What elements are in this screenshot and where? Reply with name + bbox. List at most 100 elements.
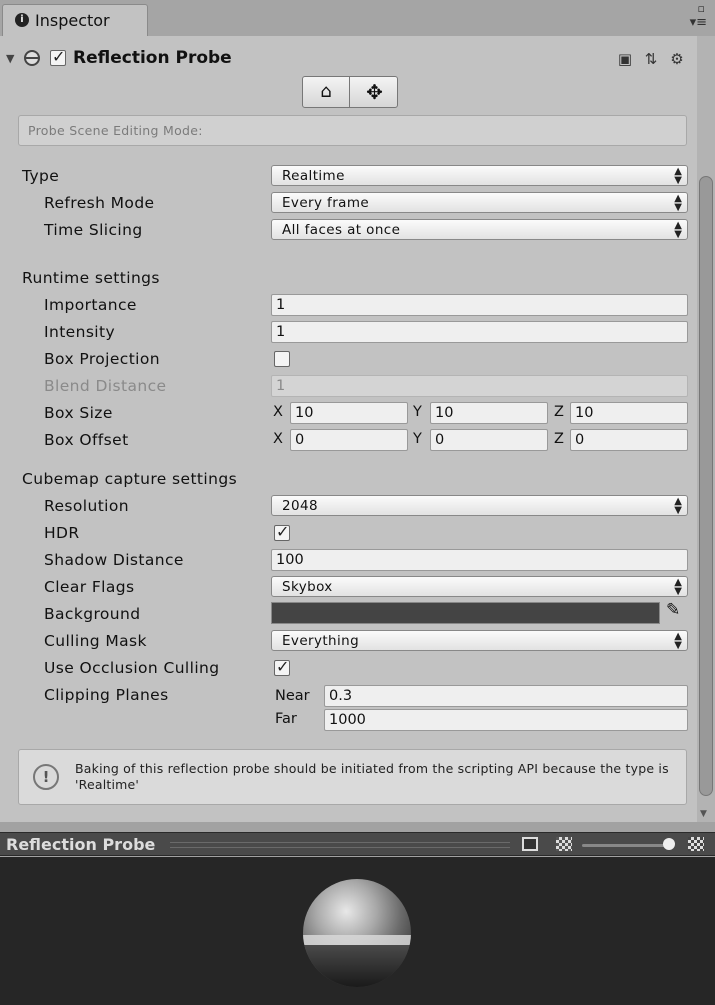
box-size-x-field[interactable]: 10	[290, 402, 408, 424]
time-slicing-label: Time Slicing	[44, 221, 143, 239]
refresh-mode-dropdown[interactable]: Every frame ▲ ▼	[271, 192, 688, 213]
preview-layout-icon[interactable]	[522, 837, 538, 851]
eyedropper-icon[interactable]: ✎	[666, 600, 688, 624]
background-label: Background	[44, 605, 141, 623]
near-plane-value: 0.3	[329, 688, 353, 704]
importance-value: 1	[276, 297, 286, 313]
help-box: ! Baking of this reflection probe should…	[18, 749, 687, 805]
edit-bounds-icon[interactable]: ⌂	[303, 77, 350, 107]
intensity-value: 1	[276, 324, 286, 340]
shadow-distance-label: Shadow Distance	[44, 551, 184, 569]
help-book-icon[interactable]: ▣	[616, 50, 634, 68]
vertical-scrollbar[interactable]: ▼	[697, 36, 715, 822]
sphere-horizon	[303, 935, 411, 945]
preview-title: Reflection Probe	[6, 835, 156, 854]
near-label: Near	[275, 688, 310, 704]
preview-area[interactable]	[0, 857, 715, 1005]
gear-icon[interactable]: ⚙	[668, 50, 686, 68]
info-icon: i	[15, 13, 29, 27]
dropdown-arrow-icon: ▲ ▼	[674, 631, 682, 651]
blend-distance-field: 1	[271, 375, 688, 397]
far-plane-value: 1000	[329, 712, 366, 728]
tab-inspector[interactable]: i Inspector	[2, 4, 148, 36]
box-offset-x-value: 0	[295, 432, 305, 448]
exposure-slider-thumb[interactable]	[663, 838, 675, 850]
maximize-icon[interactable]: ▫	[698, 2, 705, 15]
time-slicing-dropdown[interactable]: All faces at once ▲ ▼	[271, 219, 688, 240]
move-icon[interactable]: ✥	[351, 77, 398, 107]
clipping-planes-label: Clipping Planes	[44, 686, 169, 704]
cubemap-settings-header: Cubemap capture settings	[22, 470, 238, 488]
type-dropdown[interactable]: Realtime ▲ ▼	[271, 165, 688, 186]
background-color-field[interactable]	[271, 602, 660, 624]
alpha-checker-icon[interactable]	[556, 837, 572, 851]
hdr-checkbox[interactable]: ✓	[274, 522, 290, 541]
resolution-label: Resolution	[44, 497, 129, 515]
clear-flags-dropdown[interactable]: Skybox ▲ ▼	[271, 576, 688, 597]
tab-bar: i Inspector ▫ ▾≡	[0, 0, 715, 36]
box-size-y-field[interactable]: 10	[430, 402, 548, 424]
box-offset-y-value: 0	[435, 432, 445, 448]
preview-toolbar: Reflection Probe	[0, 832, 715, 856]
preset-icon[interactable]: ⇅	[642, 50, 660, 68]
component-enabled-checkbox[interactable]: ✓	[50, 47, 66, 66]
scrollbar-thumb[interactable]	[699, 176, 713, 796]
box-offset-y-label: Y	[413, 431, 422, 447]
culling-mask-dropdown[interactable]: Everything ▲ ▼	[271, 630, 688, 651]
clear-flags-value: Skybox	[282, 579, 333, 595]
box-offset-z-value: 0	[575, 432, 585, 448]
scroll-down-arrow-icon[interactable]: ▼	[700, 809, 707, 819]
hdr-label: HDR	[44, 524, 80, 542]
box-offset-x-field[interactable]: 0	[290, 429, 408, 451]
blend-distance-label: Blend Distance	[44, 377, 167, 395]
near-plane-field[interactable]: 0.3	[324, 685, 688, 707]
component-title: Reflection Probe	[73, 48, 232, 68]
checkmark-icon: ✓	[52, 47, 66, 66]
shadow-distance-value: 100	[276, 552, 304, 568]
runtime-settings-header: Runtime settings	[22, 269, 160, 287]
tab-inspector-label: Inspector	[35, 11, 110, 30]
box-size-x-label: X	[273, 404, 283, 420]
clear-flags-label: Clear Flags	[44, 578, 135, 596]
resolution-dropdown[interactable]: 2048 ▲ ▼	[271, 495, 688, 516]
intensity-field[interactable]: 1	[271, 321, 688, 343]
shadow-distance-field[interactable]: 100	[271, 549, 688, 571]
dropdown-arrow-icon: ▲ ▼	[674, 193, 682, 213]
dropdown-arrow-icon: ▲ ▼	[674, 577, 682, 597]
importance-field[interactable]: 1	[271, 294, 688, 316]
reflection-sphere-preview[interactable]	[303, 879, 411, 987]
info-icon: !	[33, 764, 59, 790]
type-value: Realtime	[282, 168, 345, 184]
resize-grip[interactable]	[170, 842, 510, 848]
box-size-y-label: Y	[413, 404, 422, 420]
lock-menu-icon[interactable]: ▾≡	[690, 15, 707, 30]
inspector-content: ▼ ✓ Reflection Probe ▣ ⇅ ⚙ ⌂ ✥ Probe Sce…	[0, 36, 697, 822]
box-offset-y-field[interactable]: 0	[430, 429, 548, 451]
culling-mask-label: Culling Mask	[44, 632, 147, 650]
resolution-value: 2048	[282, 498, 318, 514]
box-size-label: Box Size	[44, 404, 113, 422]
far-plane-field[interactable]: 1000	[324, 709, 688, 731]
intensity-label: Intensity	[44, 323, 116, 341]
occlusion-culling-label: Use Occlusion Culling	[44, 659, 220, 677]
refresh-mode-value: Every frame	[282, 195, 370, 211]
reflection-probe-icon	[24, 50, 40, 66]
box-offset-x-label: X	[273, 431, 283, 447]
importance-label: Importance	[44, 296, 137, 314]
box-offset-label: Box Offset	[44, 431, 129, 449]
exposure-slider[interactable]	[582, 844, 674, 847]
component-header[interactable]: ▼ ✓ Reflection Probe ▣ ⇅ ⚙	[0, 44, 697, 74]
time-slicing-value: All faces at once	[282, 222, 401, 238]
box-projection-checkbox[interactable]	[274, 351, 290, 367]
dropdown-arrow-icon: ▲ ▼	[674, 496, 682, 516]
window-controls: ▫ ▾≡	[677, 2, 707, 32]
culling-mask-value: Everything	[282, 633, 360, 649]
box-size-z-field[interactable]: 10	[570, 402, 688, 424]
box-offset-z-field[interactable]: 0	[570, 429, 688, 451]
occlusion-culling-checkbox[interactable]: ✓	[274, 657, 290, 676]
box-size-z-label: Z	[554, 404, 564, 420]
checker-icon[interactable]	[688, 837, 704, 851]
blend-distance-value: 1	[276, 378, 286, 394]
foldout-arrow-icon[interactable]: ▼	[6, 52, 14, 65]
box-size-y-value: 10	[435, 405, 454, 421]
